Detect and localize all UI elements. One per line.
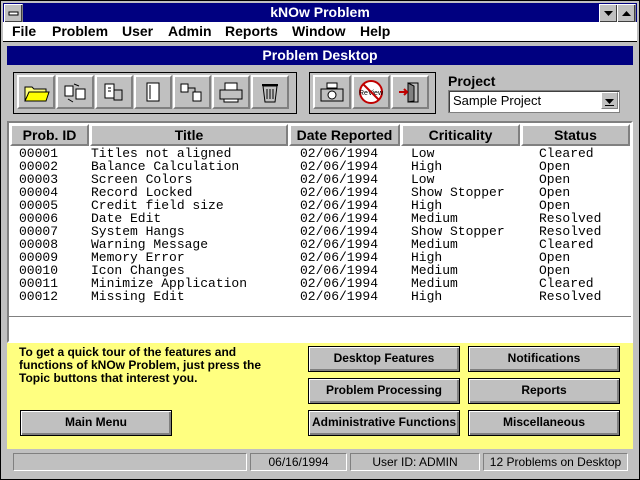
open-button[interactable] (17, 75, 55, 109)
minimize-button[interactable] (599, 4, 618, 23)
printer-icon (219, 82, 243, 103)
exchange-icon (64, 83, 86, 103)
menu-user[interactable]: User (122, 23, 153, 39)
reports-button[interactable]: Reports (468, 378, 620, 404)
exchange-button[interactable] (56, 75, 94, 109)
cell-date: 02/06/1994 (300, 289, 379, 304)
tour-panel: To get a quick tour of the features and … (7, 343, 633, 449)
status-count: 12 Problems on Desktop (483, 453, 628, 471)
maximize-icon (622, 10, 631, 16)
dropdown-arrow-icon (605, 98, 614, 106)
desktop-features-label: Desktop Features (333, 351, 435, 365)
trash-icon (262, 84, 278, 103)
status-blank (13, 453, 247, 471)
grid-divider (9, 316, 631, 317)
column-header-id[interactable]: Prob. ID (10, 124, 89, 146)
problem-processing-button[interactable]: Problem Processing (308, 378, 460, 404)
cell-title: Missing Edit (91, 289, 185, 304)
exit-button[interactable] (391, 75, 429, 109)
trash-button[interactable] (251, 75, 289, 109)
problem-grid[interactable]: Prob. ID Title Date Reported Criticality… (7, 121, 633, 343)
open-folder-icon (24, 86, 50, 102)
problem-processing-label: Problem Processing (325, 383, 443, 397)
toolbar-group-secondary: ReView (309, 72, 436, 114)
column-header-criticality[interactable]: Criticality (401, 124, 520, 146)
toolbar: ReView Project Sample Project (7, 66, 633, 119)
maximize-button[interactable] (617, 4, 636, 23)
menu-bar: File Problem User Admin Reports Window H… (3, 22, 637, 42)
project-dropdown-button[interactable] (601, 92, 618, 109)
exit-door-icon (399, 82, 419, 103)
desktop-features-button[interactable]: Desktop Features (308, 346, 460, 372)
tour-text: To get a quick tour of the features and … (19, 345, 262, 385)
column-header-status[interactable]: Status (521, 124, 630, 146)
review-button[interactable]: ReView (352, 75, 390, 109)
miscellaneous-button[interactable]: Miscellaneous (468, 410, 620, 436)
menu-window[interactable]: Window (292, 23, 346, 39)
menu-help[interactable]: Help (360, 23, 390, 39)
notebook-icon (146, 82, 160, 102)
snapshot-button[interactable] (313, 75, 351, 109)
toolbar-group-main (13, 72, 297, 114)
menu-problem[interactable]: Problem (52, 23, 108, 39)
share-button[interactable] (173, 75, 211, 109)
status-user: User ID: ADMIN (350, 453, 480, 471)
administrative-functions-label: Administrative Functions (311, 415, 457, 429)
transfer-icon (104, 83, 123, 101)
share-icon (180, 83, 202, 102)
miscellaneous-label: Miscellaneous (502, 415, 586, 429)
notebook-button[interactable] (134, 75, 172, 109)
transfer-button[interactable] (95, 75, 133, 109)
main-menu-button[interactable]: Main Menu (20, 410, 172, 436)
desktop-title: Problem Desktop (7, 46, 633, 65)
column-header-date[interactable]: Date Reported (289, 124, 400, 146)
reports-label: Reports (521, 383, 567, 397)
status-date: 06/16/1994 (250, 453, 347, 471)
minimize-icon (604, 10, 613, 16)
menu-admin[interactable]: Admin (168, 23, 212, 39)
project-label: Project (448, 73, 496, 89)
no-review-icon: ReView (359, 80, 384, 104)
print-button[interactable] (212, 75, 250, 109)
status-bar: 06/16/1994 User ID: ADMIN 12 Problems on… (7, 450, 633, 473)
notifications-label: Notifications (507, 351, 581, 365)
table-row[interactable]: 00012 Missing Edit 02/06/1994 High Resolved (9, 290, 629, 303)
administrative-functions-button[interactable]: Administrative Functions (308, 410, 460, 436)
menu-file[interactable]: File (12, 23, 36, 39)
menu-reports[interactable]: Reports (225, 23, 278, 39)
camera-icon (320, 82, 344, 102)
project-value: Sample Project (453, 93, 542, 108)
project-select[interactable]: Sample Project (448, 90, 620, 113)
main-menu-label: Main Menu (65, 415, 127, 429)
column-header-title[interactable]: Title (90, 124, 288, 146)
notifications-button[interactable]: Notifications (468, 346, 620, 372)
cell-crit: High (411, 289, 443, 304)
window-title: kNOw Problem (270, 4, 370, 20)
cell-id: 00012 (19, 289, 59, 304)
window-titlebar[interactable]: kNOw Problem (3, 3, 637, 23)
cell-status: Resolved (539, 289, 602, 304)
